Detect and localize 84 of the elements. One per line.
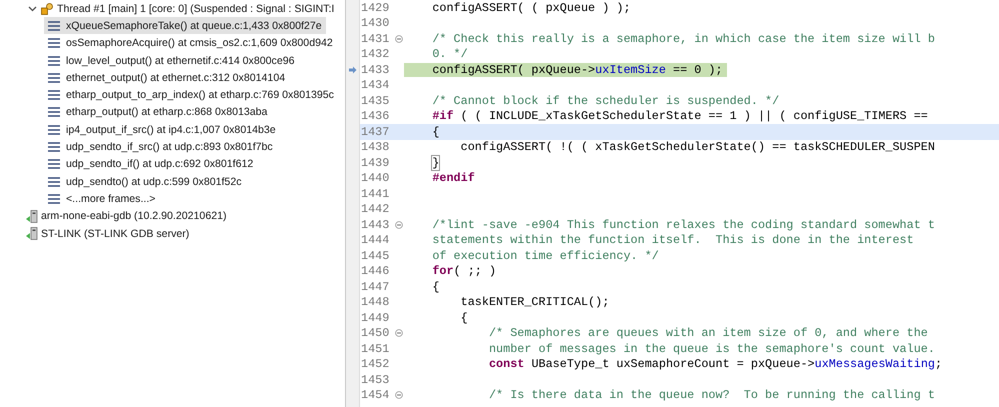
- debugger-process-label[interactable]: arm-none-eabi-gdb (10.2.90.20210621): [41, 210, 227, 222]
- stack-frame-item[interactable]: ethernet_output() at ethernet.c:312 0x8014104: [44, 69, 290, 86]
- fold-toggle-icon[interactable]: [395, 220, 403, 229]
- stack-frame-icon: [48, 38, 60, 48]
- code-comment: of execution time efficiency. */: [431, 248, 659, 263]
- stack-frame-icon: [48, 159, 60, 170]
- stack-frame-icon: [48, 176, 60, 187]
- code-comment: /*lint -save -e904 This function relaxes the coding standard somewhat t: [431, 218, 935, 232]
- stack-frame-item[interactable]: udp_sendto_if() at udp.c:692 0x801f612: [44, 156, 258, 173]
- code-comment: statements within the function itself. This is done in the interest: [431, 233, 914, 248]
- line-number: 1433: [360, 62, 390, 77]
- code-comment: 0. */: [431, 47, 468, 62]
- line-number: 1454: [360, 388, 390, 402]
- fold-toggle-icon[interactable]: [395, 391, 403, 400]
- line-number: 1450: [360, 326, 390, 340]
- code-keyword: #if: [431, 109, 454, 124]
- stack-frame-icon: [48, 20, 60, 31]
- line-number: 1429: [360, 0, 390, 15]
- code-text: {: [431, 124, 440, 139]
- line-number: 1435: [360, 94, 390, 108]
- line-number: 1451: [360, 342, 390, 356]
- line-number: 1437: [360, 124, 390, 139]
- stack-frame-item[interactable]: etharp_output_to_arp_index() at etharp.c:769 0x801395c: [44, 86, 338, 104]
- stack-frame-item[interactable]: udp_sendto() at udp.c:599 0x801f52c: [44, 173, 246, 190]
- line-number: 1447: [360, 280, 390, 294]
- code-text: configASSERT( !( ( xTaskGetSchedulerState() == taskSCHEDULER_SUSPEN: [460, 140, 935, 154]
- code-comment: number of messages in the queue is the semaphore's count value.: [488, 342, 935, 356]
- code-comment: /* Check this really is a semaphore, in which case the item size will b: [431, 32, 935, 46]
- line-number: 1434: [360, 78, 390, 92]
- code-keyword: const: [488, 357, 524, 372]
- chevron-down-icon[interactable]: [28, 6, 37, 12]
- code-comment: /* Cannot block if the scheduler is suspended. */: [431, 94, 780, 108]
- stack-frame-icon: [48, 72, 60, 83]
- debugger-process-label[interactable]: ST-LINK (ST-LINK GDB server): [41, 228, 190, 240]
- line-number: 1441: [360, 186, 390, 201]
- fold-toggle-icon[interactable]: [395, 34, 403, 43]
- code-comment: /* Semaphores are queues with an item size of 0, and where the: [488, 326, 928, 340]
- line-number: 1430: [360, 16, 390, 30]
- matched-bracket: }: [432, 156, 440, 170]
- line-number: 1443: [360, 218, 390, 232]
- code-text: {: [460, 310, 468, 325]
- line-number: 1445: [360, 248, 390, 263]
- stack-frame-icon: [48, 56, 60, 66]
- line-number: 1440: [360, 171, 390, 186]
- debugger-process-icon: [26, 227, 38, 240]
- line-number: 1448: [360, 295, 390, 310]
- code-field: uxMessagesWaiting: [814, 357, 935, 372]
- code-text: configASSERT( ( pxQueue ) );: [431, 0, 631, 15]
- line-number: 1449: [360, 310, 390, 325]
- stack-frame-item[interactable]: osSemaphoreAcquire() at cmsis_os2.c:1,609 0x800d942: [44, 34, 337, 52]
- code-text: {: [431, 280, 440, 294]
- code-comment: /* Is there data in the queue now? To be running the calling t: [488, 388, 935, 402]
- thread-icon: [41, 2, 53, 15]
- stack-frame-item[interactable]: <...more frames...>: [44, 190, 160, 208]
- code-text: ;: [934, 357, 942, 372]
- stack-frame-icon: [48, 194, 60, 204]
- stack-frame-icon: [48, 124, 60, 135]
- stack-frame-item[interactable]: xQueueSemaphoreTake() at queue.c:1,433 0x800f27e: [44, 17, 326, 34]
- line-number: 1432: [360, 47, 390, 62]
- fold-toggle-icon[interactable]: [395, 329, 403, 338]
- stack-frame-item[interactable]: low_level_output() at ethernetif.c:414 0x800ce96: [44, 52, 299, 70]
- line-number: 1452: [360, 357, 390, 372]
- line-number: 1438: [360, 140, 390, 154]
- thread-label[interactable]: Thread #1 [main] 1 [core: 0] (Suspended : Signal : SIGINT:I: [57, 2, 334, 15]
- code-keyword: for: [431, 264, 454, 278]
- stack-frame-icon: [48, 90, 60, 100]
- line-number: 1436: [360, 109, 390, 124]
- code-text: UBaseType_t uxSemaphoreCount = pxQueue->: [530, 357, 815, 372]
- line-number: 1446: [360, 264, 390, 278]
- code-text: ( ;; ): [454, 264, 496, 278]
- stack-frame-item[interactable]: etharp_output() at etharp.c:868 0x8013aba: [44, 104, 272, 121]
- line-number: 1439: [360, 156, 390, 170]
- code-keyword: #endif: [431, 171, 475, 186]
- line-number: 1444: [360, 233, 390, 248]
- code-text: taskENTER_CRITICAL();: [460, 295, 610, 310]
- stack-frame-icon: [48, 142, 60, 152]
- debugger-process-icon: [26, 210, 38, 223]
- line-number: 1453: [360, 372, 390, 387]
- code-text: ( ( INCLUDE_xTaskGetSchedulerState == 1 ) || ( configUSE_TIMERS ==: [460, 109, 928, 124]
- stack-frame-icon: [48, 107, 60, 118]
- stack-frame-item[interactable]: ip4_output_if_src() at ip4.c:1,007 0x8014b3e: [44, 121, 280, 138]
- line-number: 1442: [360, 202, 390, 216]
- line-number: 1431: [360, 32, 390, 46]
- stack-frame-item[interactable]: udp_sendto_if_src() at udp.c:893 0x801f7bc: [44, 138, 277, 156]
